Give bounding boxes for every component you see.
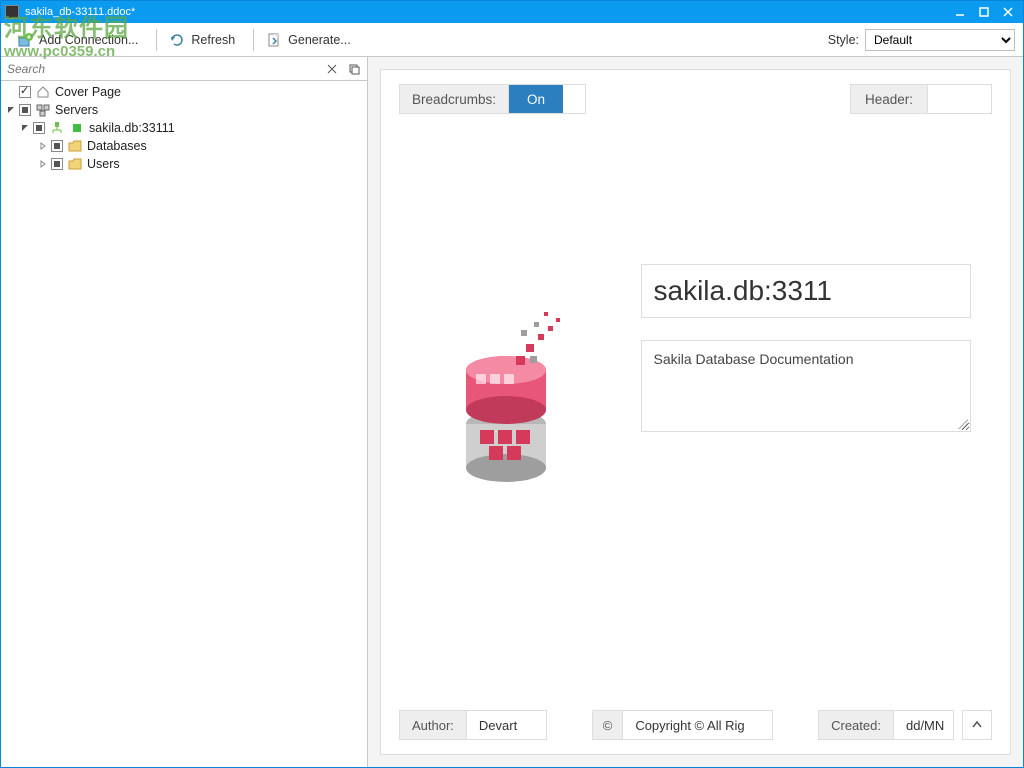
servers-icon	[35, 103, 51, 117]
minimize-button[interactable]	[949, 4, 971, 20]
search-input[interactable]	[5, 59, 319, 79]
breadcrumbs-toggle-group: Breadcrumbs: On	[399, 84, 586, 114]
breadcrumbs-toggle[interactable]: On	[508, 84, 586, 114]
search-row	[1, 57, 367, 81]
tree-label: Users	[87, 157, 120, 171]
header-field[interactable]	[928, 84, 992, 114]
style-label: Style:	[828, 33, 859, 47]
tree: Cover Page Servers sakila.db:33111	[1, 81, 367, 767]
maximize-button[interactable]	[973, 4, 995, 20]
tree-checkbox[interactable]	[19, 86, 31, 98]
tree-checkbox[interactable]	[51, 140, 63, 152]
toolbar-separator	[156, 29, 157, 51]
breadcrumbs-label: Breadcrumbs:	[399, 84, 509, 114]
toolbar-separator	[253, 29, 254, 51]
content-area: Breadcrumbs: On Header:	[368, 57, 1023, 767]
tree-label: sakila.db:33111	[89, 121, 175, 135]
collapse-icon[interactable]	[19, 122, 31, 134]
home-icon	[35, 85, 51, 99]
description-field[interactable]: Sakila Database Documentation	[641, 340, 971, 432]
tree-node-cover-page[interactable]: Cover Page	[1, 83, 367, 101]
tree-label: Cover Page	[55, 85, 121, 99]
add-connection-label: Add Connection...	[39, 33, 138, 47]
generate-button[interactable]: Generate...	[258, 28, 359, 52]
created-group: Created: dd/MN	[818, 710, 992, 740]
copyright-group: © Copyright © All Rig	[592, 710, 774, 740]
clear-search-button[interactable]	[323, 60, 341, 78]
refresh-icon	[169, 32, 185, 48]
add-connection-button[interactable]: Add Connection...	[9, 28, 146, 52]
style-select[interactable]: Default	[865, 29, 1015, 51]
copyright-field[interactable]: Copyright © All Rig	[623, 710, 773, 740]
connection-icon	[49, 121, 65, 135]
collapse-icon[interactable]	[5, 104, 17, 116]
tree-checkbox[interactable]	[33, 122, 45, 134]
tree-checkbox[interactable]	[51, 158, 63, 170]
toolbar: Add Connection... Refresh Generate... St…	[1, 23, 1023, 57]
created-field[interactable]: dd/MN	[894, 710, 954, 740]
tree-label: Databases	[87, 139, 147, 153]
cover-page-editor: Breadcrumbs: On Header:	[380, 69, 1011, 755]
toggle-on-label: On	[509, 85, 563, 113]
app-icon	[5, 5, 19, 19]
window-title: sakila_db-33111.ddoc*	[25, 6, 947, 18]
expand-icon[interactable]	[37, 158, 49, 170]
tree-label: Servers	[55, 103, 98, 117]
status-icon	[69, 121, 85, 135]
tree-node-servers[interactable]: Servers	[1, 101, 367, 119]
tree-node-databases[interactable]: Databases	[1, 137, 367, 155]
refresh-label: Refresh	[191, 33, 235, 47]
refresh-button[interactable]: Refresh	[161, 28, 243, 52]
database-illustration	[421, 264, 601, 504]
author-label: Author:	[399, 710, 467, 740]
header-label: Header:	[850, 84, 928, 114]
title-field[interactable]: sakila.db:3311	[641, 264, 971, 318]
author-group: Author: Devart	[399, 710, 547, 740]
generate-icon	[266, 32, 282, 48]
add-connection-icon	[17, 32, 33, 48]
header-group: Header:	[850, 84, 992, 114]
scroll-up-button[interactable]	[962, 710, 992, 740]
generate-label: Generate...	[288, 33, 351, 47]
created-label: Created:	[818, 710, 894, 740]
folder-icon	[67, 157, 83, 171]
close-button[interactable]	[997, 4, 1019, 20]
tree-node-users[interactable]: Users	[1, 155, 367, 173]
author-field[interactable]: Devart	[467, 710, 547, 740]
copy-tree-button[interactable]	[345, 60, 363, 78]
sidebar: Cover Page Servers sakila.db:33111	[1, 57, 368, 767]
toggle-handle	[563, 85, 585, 113]
tree-node-connection[interactable]: sakila.db:33111	[1, 119, 367, 137]
tree-checkbox[interactable]	[19, 104, 31, 116]
copyright-symbol: ©	[592, 710, 624, 740]
folder-icon	[67, 139, 83, 153]
expand-icon[interactable]	[37, 140, 49, 152]
titlebar: sakila_db-33111.ddoc*	[1, 1, 1023, 23]
